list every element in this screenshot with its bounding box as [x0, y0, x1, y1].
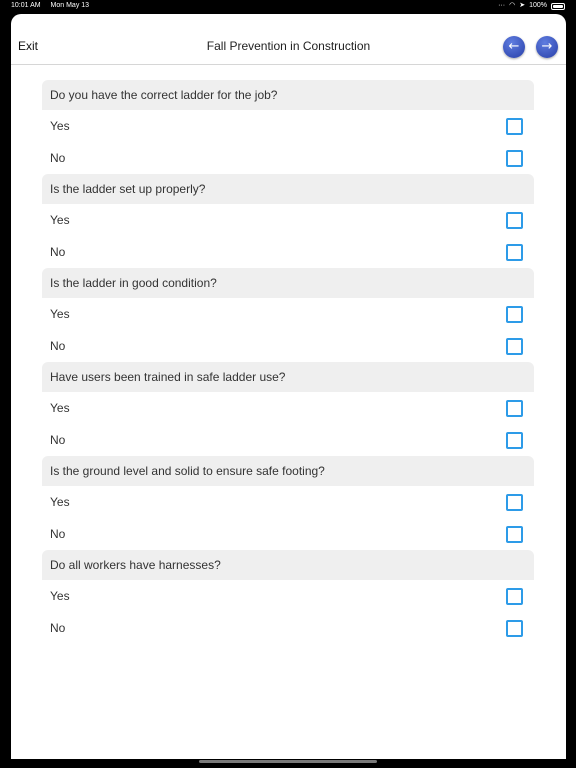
question-header: Is the ladder set up properly?	[42, 174, 534, 204]
question-header: Do all workers have harnesses?	[42, 550, 534, 580]
checkbox[interactable]	[506, 432, 523, 449]
checkbox[interactable]	[506, 212, 523, 229]
answer-option-yes[interactable]: Yes	[42, 204, 534, 236]
answer-label: Yes	[50, 119, 70, 133]
status-time: 10:01 AM	[11, 2, 41, 9]
answer-option-yes[interactable]: Yes	[42, 392, 534, 424]
location-icon: ➤	[519, 2, 526, 9]
home-indicator[interactable]	[199, 760, 377, 763]
battery-percent: 100%	[529, 2, 547, 9]
status-left: 10:01 AM Mon May 13	[11, 0, 97, 12]
question-header: Do you have the correct ladder for the j…	[42, 80, 534, 110]
checkbox[interactable]	[506, 526, 523, 543]
page-title: Fall Prevention in Construction	[206, 39, 371, 53]
checkbox[interactable]	[506, 588, 523, 605]
wifi-icon: ◠	[509, 2, 516, 9]
answer-label: No	[50, 433, 66, 447]
status-right: ··· ◠ ➤ 100%	[498, 0, 565, 12]
answer-option-no[interactable]: No	[42, 330, 534, 362]
answer-label: No	[50, 527, 66, 541]
status-bar: 10:01 AM Mon May 13 ··· ◠ ➤ 100%	[0, 0, 576, 13]
answer-option-yes[interactable]: Yes	[42, 110, 534, 142]
answer-label: Yes	[50, 401, 70, 415]
forward-button[interactable]: →	[536, 36, 558, 58]
status-date: Mon May 13	[50, 2, 90, 9]
checkbox[interactable]	[506, 118, 523, 135]
answer-option-no[interactable]: No	[42, 612, 534, 644]
answer-label: Yes	[50, 589, 70, 603]
answer-label: No	[50, 245, 66, 259]
answer-option-yes[interactable]: Yes	[42, 486, 534, 518]
checkbox[interactable]	[506, 620, 523, 637]
checkbox[interactable]	[506, 338, 523, 355]
checkbox[interactable]	[506, 306, 523, 323]
answer-option-no[interactable]: No	[42, 424, 534, 456]
question-header: Have users been trained in safe ladder u…	[42, 362, 534, 392]
navigation-bar: Exit Fall Prevention in Construction ← →	[11, 14, 566, 65]
answer-option-no[interactable]: No	[42, 142, 534, 174]
answer-label: Yes	[50, 307, 70, 321]
answer-label: No	[50, 621, 66, 635]
answer-option-no[interactable]: No	[42, 518, 534, 550]
arrow-right-icon: →	[541, 39, 553, 54]
answer-label: No	[50, 339, 66, 353]
question-header: Is the ground level and solid to ensure …	[42, 456, 534, 486]
answer-label: No	[50, 151, 66, 165]
checkbox[interactable]	[506, 494, 523, 511]
answer-option-no[interactable]: No	[42, 236, 534, 268]
survey-list: Do you have the correct ladder for the j…	[42, 80, 534, 644]
checkbox[interactable]	[506, 244, 523, 261]
arrow-left-icon: ←	[508, 39, 520, 54]
question-header: Is the ladder in good condition?	[42, 268, 534, 298]
answer-option-yes[interactable]: Yes	[42, 580, 534, 612]
app-window: Exit Fall Prevention in Construction ← →…	[11, 14, 566, 759]
answer-label: Yes	[50, 213, 70, 227]
battery-icon	[551, 2, 565, 10]
answer-label: Yes	[50, 495, 70, 509]
checkbox[interactable]	[506, 150, 523, 167]
back-button[interactable]: ←	[503, 36, 525, 58]
answer-option-yes[interactable]: Yes	[42, 298, 534, 330]
checkbox[interactable]	[506, 400, 523, 417]
dots-icon: ···	[498, 2, 506, 9]
